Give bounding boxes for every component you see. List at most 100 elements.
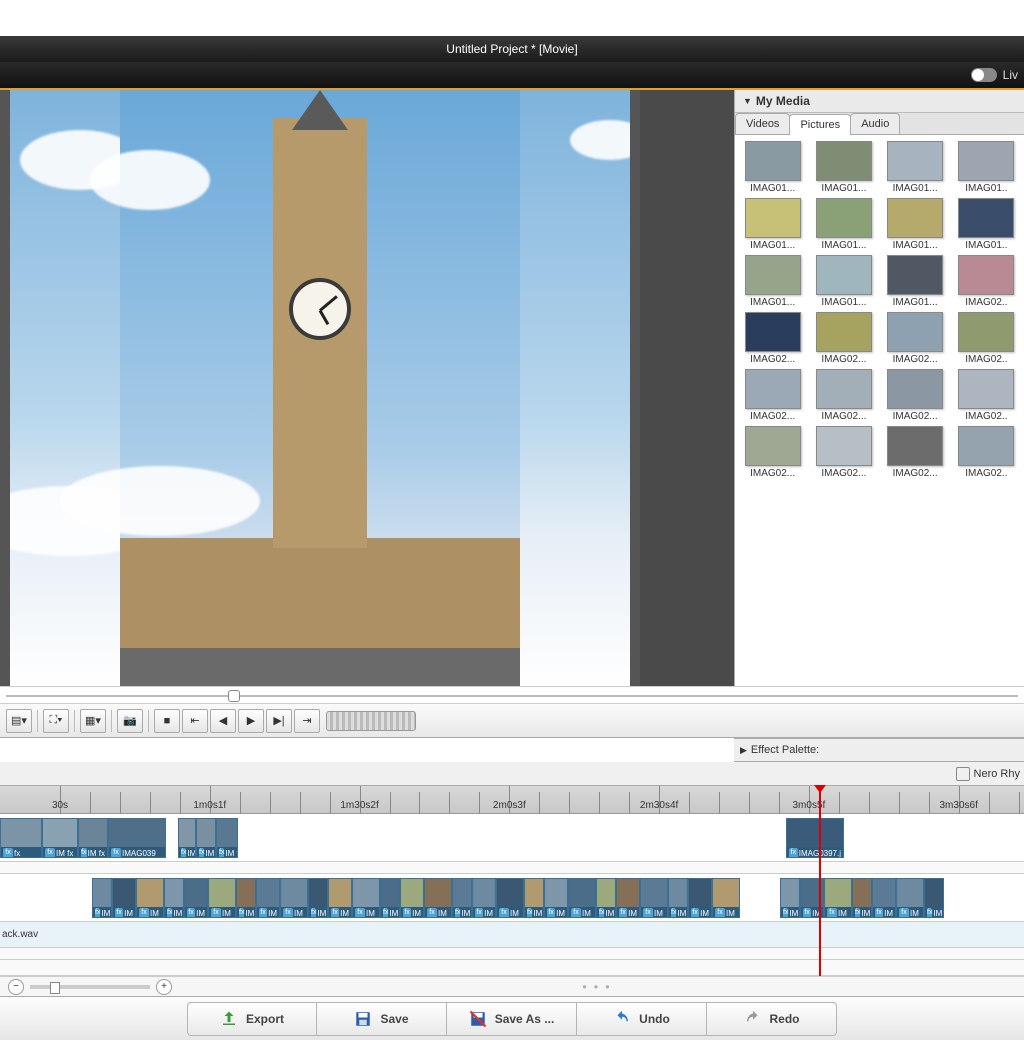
media-thumbnail[interactable]: IMAG01...	[810, 141, 877, 194]
timeline-clip[interactable]: fx fx	[0, 818, 42, 858]
media-thumbnail[interactable]: IMAG02...	[882, 369, 949, 422]
media-thumbnail[interactable]: IMAG01...	[739, 255, 806, 308]
timeline-clip[interactable]: fx IMAG0397.j	[786, 818, 844, 858]
media-thumbnail[interactable]: IMAG02..	[953, 426, 1020, 479]
media-thumbnail[interactable]: IMAG02...	[882, 312, 949, 365]
media-thumbnail[interactable]: IMAG02...	[810, 426, 877, 479]
timeline-clip[interactable]: fxIM	[824, 878, 852, 918]
timeline-clip[interactable]: fxIM	[92, 878, 112, 918]
timeline-clip[interactable]: fxIM	[712, 878, 740, 918]
media-thumbnail[interactable]: IMAG02...	[882, 426, 949, 479]
effect-palette-header[interactable]: Effect Palette:	[734, 738, 1024, 762]
live-toggle[interactable]	[971, 68, 997, 82]
timeline-clip[interactable]: fxIM	[400, 878, 424, 918]
media-thumbnail[interactable]: IMAG01...	[882, 198, 949, 251]
save-button[interactable]: Save	[317, 1002, 447, 1036]
timeline-clip[interactable]: fx IMAG039	[108, 818, 166, 858]
timeline-clip[interactable]: fxIM	[164, 878, 184, 918]
media-thumbnail[interactable]: IMAG01...	[882, 255, 949, 308]
nero-label[interactable]: Nero Rhy	[974, 768, 1020, 780]
media-panel-title[interactable]: My Media	[735, 90, 1024, 113]
media-thumbnail[interactable]: IMAG02..	[953, 312, 1020, 365]
media-thumbnail[interactable]: IMAG02...	[810, 369, 877, 422]
audio-track[interactable]: ack.wav	[0, 922, 1024, 948]
media-thumbnail[interactable]: IMAG01..	[953, 198, 1020, 251]
timeline-clip[interactable]: fxIM	[472, 878, 496, 918]
timeline-clip[interactable]: fxIM	[780, 878, 800, 918]
timeline-clip[interactable]: fxIM	[544, 878, 568, 918]
timeline-clip[interactable]: fxIM	[380, 878, 400, 918]
media-thumbnail[interactable]: IMAG02...	[739, 312, 806, 365]
timeline-clip[interactable]: fx IM fx	[216, 818, 238, 858]
redo-button[interactable]: Redo	[707, 1002, 837, 1036]
step-forward-button[interactable]: ▶|	[266, 709, 292, 733]
thumbnail-label: IMAG01...	[882, 183, 949, 194]
timeline-clip[interactable]: fxIM	[328, 878, 352, 918]
timeline-clip[interactable]: fxIM	[208, 878, 236, 918]
media-tab-pictures[interactable]: Pictures	[789, 114, 851, 135]
snapshot-button[interactable]: 📷	[117, 709, 143, 733]
timeline-clip[interactable]: fxIM	[524, 878, 544, 918]
export-button[interactable]: Export	[187, 1002, 317, 1036]
stop-button[interactable]: ■	[154, 709, 180, 733]
media-thumbnail[interactable]: IMAG02...	[739, 369, 806, 422]
media-thumbnail[interactable]: IMAG01..	[953, 141, 1020, 194]
zoom-slider[interactable]	[30, 985, 150, 989]
zoom-in-button[interactable]: +	[156, 979, 172, 995]
goto-start-button[interactable]: ⇤	[182, 709, 208, 733]
timeline-clip[interactable]: fx IM fx	[78, 818, 108, 858]
jog-wheel[interactable]	[326, 711, 416, 731]
media-thumbnail[interactable]: IMAG01...	[739, 141, 806, 194]
media-thumbnail[interactable]: IMAG02..	[953, 255, 1020, 308]
timeline-clip[interactable]: fx IM	[196, 818, 216, 858]
fullscreen-button[interactable]: ⛶▾	[43, 709, 69, 733]
step-back-button[interactable]: ◀	[210, 709, 236, 733]
timeline-clip[interactable]: fxIM	[112, 878, 136, 918]
media-tab-audio[interactable]: Audio	[850, 113, 900, 134]
save-as-button[interactable]: Save As ...	[447, 1002, 577, 1036]
play-button[interactable]: ▶	[238, 709, 264, 733]
grip-handle[interactable]: • • •	[178, 980, 1016, 994]
timeline-clip[interactable]: fxIM	[616, 878, 640, 918]
media-thumbnail[interactable]: IMAG01...	[882, 141, 949, 194]
timeline-clip[interactable]: fxIM	[236, 878, 256, 918]
playhead[interactable]	[819, 786, 821, 976]
goto-end-button[interactable]: ⇥	[294, 709, 320, 733]
transport-bar: ▤▾ ⛶▾ ▦▾ 📷 ■ ⇤ ◀ ▶ ▶| ⇥	[0, 704, 1024, 738]
timeline-clip[interactable]: fxIM	[924, 878, 944, 918]
timeline-clip[interactable]: fxIM	[256, 878, 280, 918]
media-tab-videos[interactable]: Videos	[735, 113, 790, 134]
timeline-clip[interactable]: fxIM	[668, 878, 688, 918]
timeline-clip[interactable]: fxIM	[872, 878, 896, 918]
timeline-clip[interactable]: fxIM	[596, 878, 616, 918]
timeline-clip[interactable]: fxIM	[424, 878, 452, 918]
timeline-clip[interactable]: fxIM	[184, 878, 208, 918]
timeline-clip[interactable]: fxIM	[496, 878, 524, 918]
zoom-out-button[interactable]: −	[8, 979, 24, 995]
timeline-clip[interactable]: fxIM	[308, 878, 328, 918]
undo-button[interactable]: Undo	[577, 1002, 707, 1036]
timeline-clip[interactable]: fxIM	[136, 878, 164, 918]
timeline-clip[interactable]: fxIM	[568, 878, 596, 918]
media-thumbnail[interactable]: IMAG02...	[739, 426, 806, 479]
media-thumbnail[interactable]: IMAG01...	[810, 198, 877, 251]
video-track-1[interactable]: fx fxfx IM fxfx IM fxfx IMAG039fx IMfx I…	[0, 814, 1024, 862]
media-thumbnail[interactable]: IMAG02...	[810, 312, 877, 365]
layout-button[interactable]: ▦▾	[80, 709, 106, 733]
timeline-clip[interactable]: fxIM	[688, 878, 712, 918]
timeline-clip[interactable]: fxIM	[896, 878, 924, 918]
timeline-clip[interactable]: fx IM fx	[42, 818, 78, 858]
media-thumbnail[interactable]: IMAG02..	[953, 369, 1020, 422]
timeline-clip[interactable]: fxIM	[452, 878, 472, 918]
settings-menu-button[interactable]: ▤▾	[6, 709, 32, 733]
media-thumbnail[interactable]: IMAG01...	[739, 198, 806, 251]
timeline-clip[interactable]: fx IM	[178, 818, 196, 858]
timeline-clip[interactable]: fxIM	[352, 878, 380, 918]
video-track-2[interactable]: fxIMfxIMfxIMfxIMfxIMfxIMfxIMfxIMfxIMfxIM…	[0, 874, 1024, 922]
timeline-clip[interactable]: fxIM	[852, 878, 872, 918]
timeline-ruler[interactable]: 30s1m0s1f1m30s2f2m0s3f2m30s4f3m0s5f3m30s…	[0, 786, 1024, 814]
timeline-clip[interactable]: fxIM	[640, 878, 668, 918]
timeline-clip[interactable]: fxIM	[280, 878, 308, 918]
scrub-bar[interactable]	[0, 686, 1024, 704]
media-thumbnail[interactable]: IMAG01...	[810, 255, 877, 308]
